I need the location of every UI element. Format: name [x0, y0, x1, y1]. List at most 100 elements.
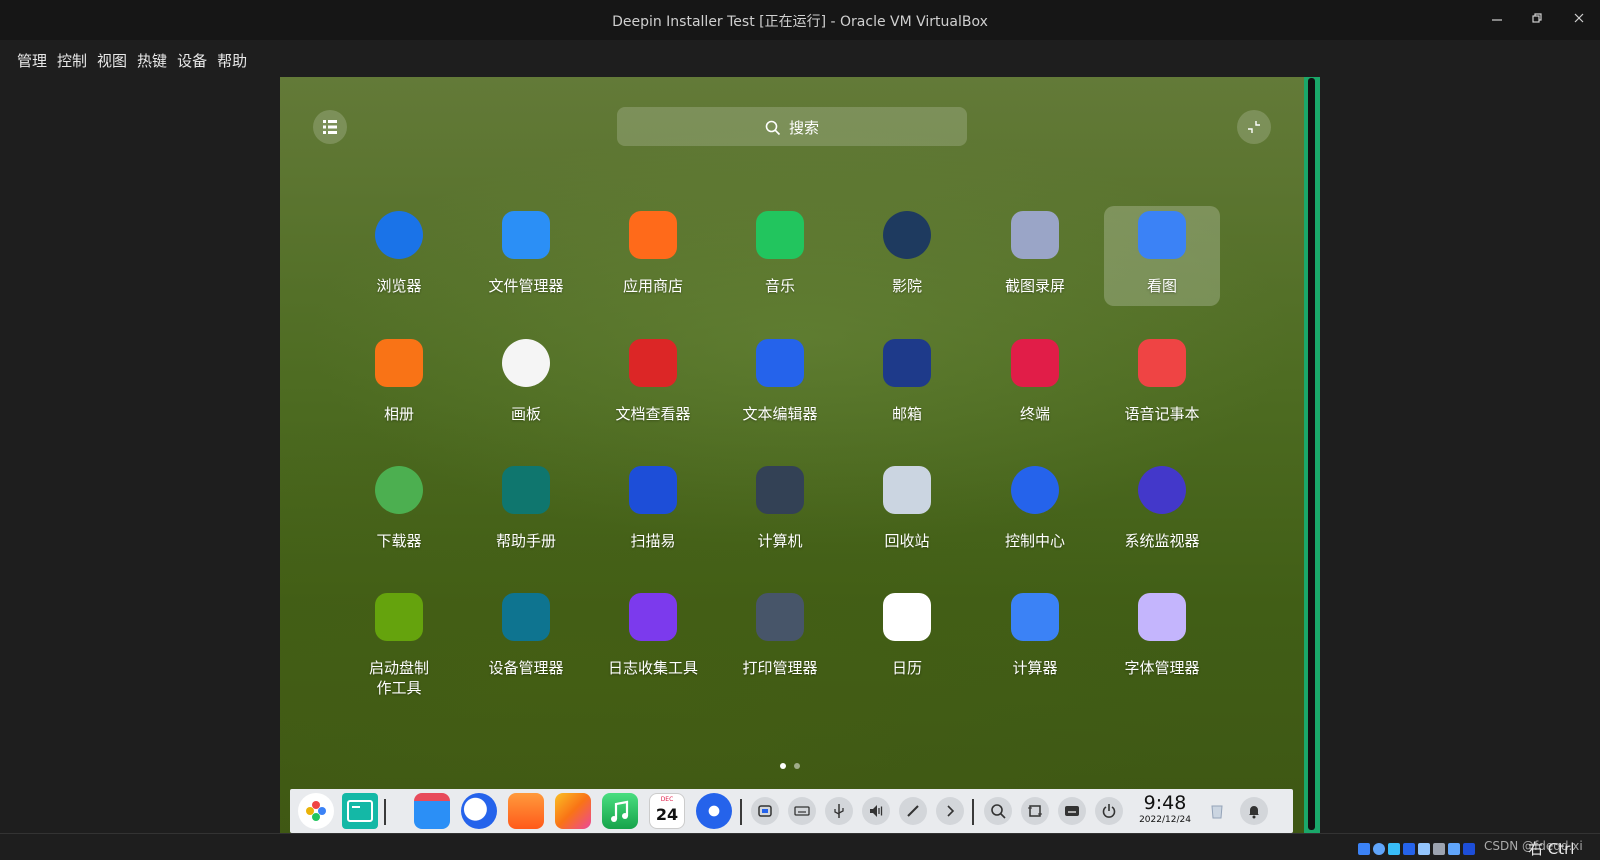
tray-onscreen-keyboard-icon[interactable]: [1058, 797, 1086, 825]
app-label: 启动盘制作工具: [368, 659, 429, 697]
menu-help[interactable]: 帮助: [217, 50, 247, 71]
dock-separator: [384, 799, 386, 825]
network-icon[interactable]: [1403, 843, 1415, 855]
app-label: 计算机: [757, 532, 803, 550]
app-label: 浏览器: [376, 277, 422, 295]
dock-calendar-icon[interactable]: DEC 24: [649, 793, 685, 829]
tray-volume-icon[interactable]: [862, 797, 890, 825]
app-tile[interactable]: 截图录屏: [977, 206, 1093, 306]
close-button[interactable]: [1567, 8, 1591, 32]
tray-usb-icon[interactable]: [825, 797, 853, 825]
app-label: 回收站: [884, 532, 930, 550]
vm-status-icons: [1358, 840, 1478, 859]
document-viewer-icon: [629, 339, 677, 387]
app-tile[interactable]: 计算器: [977, 588, 1093, 688]
dock-app-store-icon[interactable]: [508, 793, 544, 829]
app-tile[interactable]: 影院: [849, 206, 965, 306]
app-tile[interactable]: 画板: [468, 334, 584, 434]
terminal-icon: [1011, 339, 1059, 387]
page-dot-2[interactable]: [794, 763, 800, 769]
tray-power-icon[interactable]: [1095, 797, 1123, 825]
boot-maker-icon: [375, 593, 423, 641]
scanner-icon: [629, 466, 677, 514]
tray-notification-icon[interactable]: [1240, 797, 1268, 825]
usb-status-icon[interactable]: [1418, 843, 1430, 855]
menu-control[interactable]: 控制: [57, 50, 87, 71]
app-tile[interactable]: 文件管理器: [468, 206, 584, 306]
app-tile[interactable]: 邮箱: [849, 334, 965, 434]
app-tile[interactable]: 看图: [1104, 206, 1220, 306]
album-icon: [375, 339, 423, 387]
hdd-icon[interactable]: [1358, 843, 1370, 855]
dock-music-icon[interactable]: [602, 793, 638, 829]
clock[interactable]: 9:48 2022/12/24: [1137, 793, 1193, 826]
optical-drive-icon[interactable]: [1373, 843, 1385, 855]
app-tile[interactable]: 应用商店: [595, 206, 711, 306]
dock: DEC 24 9:48 2022/12/24: [290, 789, 1293, 833]
audio-icon[interactable]: [1388, 843, 1400, 855]
screenshot-icon: [1011, 211, 1059, 259]
tray-trash-icon[interactable]: [1203, 797, 1231, 825]
dock-control-center-icon[interactable]: [696, 793, 732, 829]
app-tile[interactable]: 文本编辑器: [722, 334, 838, 434]
minimize-button[interactable]: [1485, 8, 1509, 32]
app-tile[interactable]: 计算机: [722, 461, 838, 561]
app-tile[interactable]: 日历: [849, 588, 965, 688]
app-label: 日历: [891, 659, 922, 677]
app-tile[interactable]: 帮助手册: [468, 461, 584, 561]
app-tile[interactable]: 启动盘制作工具: [341, 588, 457, 697]
app-tile[interactable]: 浏览器: [341, 206, 457, 306]
dock-browser-icon[interactable]: [461, 793, 497, 829]
app-tile[interactable]: 字体管理器: [1104, 588, 1220, 688]
shared-folder-icon[interactable]: [1433, 843, 1445, 855]
dock-launcher-icon[interactable]: [298, 793, 334, 829]
music-icon: [756, 211, 804, 259]
app-label: 文本编辑器: [742, 405, 818, 423]
dock-separator: [972, 799, 974, 825]
app-label: 扫描易: [630, 532, 676, 550]
menu-hotkey[interactable]: 热键: [137, 50, 167, 71]
page-dot-1[interactable]: [780, 763, 786, 769]
restore-icon: [1532, 13, 1542, 23]
dock-calendar-month: DEC: [660, 796, 674, 803]
vm-screen[interactable]: 搜索 浏览器 文件管理器 应用商店 音乐 影院 截图录屏 看图 相册 画板 文档查看器 文本编辑器邮…: [280, 77, 1304, 833]
app-tile[interactable]: 系统监视器: [1104, 461, 1220, 561]
app-tile[interactable]: 回收站: [849, 461, 965, 561]
dock-file-manager-icon[interactable]: [414, 793, 450, 829]
app-tile[interactable]: 音乐: [722, 206, 838, 306]
display-icon[interactable]: [1448, 843, 1460, 855]
app-tile[interactable]: 下载器: [341, 461, 457, 561]
tray-pen-icon[interactable]: [899, 797, 927, 825]
dock-separator: [740, 799, 742, 825]
image-viewer-icon: [1138, 211, 1186, 259]
app-tile[interactable]: 打印管理器: [722, 588, 838, 688]
app-label: 应用商店: [622, 277, 683, 295]
draw-icon: [502, 339, 550, 387]
app-tile[interactable]: 相册: [341, 334, 457, 434]
tray-screenshot-icon[interactable]: [751, 797, 779, 825]
tray-search-icon[interactable]: [984, 797, 1012, 825]
app-tile[interactable]: 日志收集工具: [595, 588, 711, 688]
app-tile[interactable]: 语音记事本: [1104, 334, 1220, 434]
clock-time: 9:48: [1143, 792, 1187, 814]
tray-keyboard-icon[interactable]: [788, 797, 816, 825]
dock-multitask-view-icon[interactable]: [342, 793, 378, 829]
vm-scrollbar[interactable]: [1308, 78, 1315, 830]
menu-manage[interactable]: 管理: [17, 50, 47, 71]
calendar-icon: [883, 593, 931, 641]
app-label: 下载器: [376, 532, 422, 550]
app-tile[interactable]: 控制中心: [977, 461, 1093, 561]
tray-chevron-right-icon[interactable]: [936, 797, 964, 825]
menu-view[interactable]: 视图: [97, 50, 127, 71]
dock-album-icon[interactable]: [555, 793, 591, 829]
tray-capture-icon[interactable]: [1021, 797, 1049, 825]
app-tile[interactable]: 文档查看器: [595, 334, 711, 434]
restore-button[interactable]: [1525, 8, 1549, 32]
app-tile[interactable]: 终端: [977, 334, 1093, 434]
app-label: 相册: [383, 405, 414, 423]
recording-icon[interactable]: [1463, 843, 1475, 855]
voice-note-icon: [1138, 339, 1186, 387]
app-tile[interactable]: 扫描易: [595, 461, 711, 561]
app-tile[interactable]: 设备管理器: [468, 588, 584, 688]
menu-devices[interactable]: 设备: [177, 50, 207, 71]
